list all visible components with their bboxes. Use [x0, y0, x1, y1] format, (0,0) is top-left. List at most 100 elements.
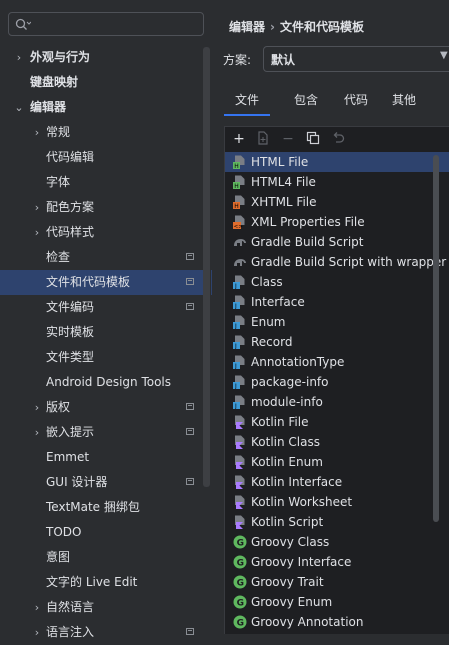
settings-content: 编辑器 › 文件和代码模板 方案: 默认 ▼ 文件 包含 代码 其他 + − H HTML … [212, 0, 449, 634]
template-item[interactable]: Kotlin Enum [225, 452, 449, 472]
chevron-down-icon[interactable]: ⌄ [13, 95, 25, 120]
copy-icon [306, 131, 320, 145]
sidebar-item[interactable]: › 语言注入 [0, 620, 212, 645]
template-item[interactable]: Kotlin Interface [225, 472, 449, 492]
sidebar-item[interactable]: › 版权 [0, 395, 212, 420]
chevron-right-icon[interactable]: › [31, 120, 43, 145]
sidebar-item[interactable]: Emmet [0, 445, 212, 470]
remove-template-button[interactable]: − [280, 131, 296, 147]
scheme-dropdown[interactable]: 默认 ▼ [263, 46, 449, 72]
template-item-name: Kotlin Worksheet [251, 495, 353, 509]
sidebar-item-label: 键盘映射 [30, 75, 79, 89]
chevron-right-icon[interactable]: › [31, 420, 43, 445]
tab-item[interactable]: 包含 [284, 86, 328, 116]
template-item[interactable]: <> XML Properties File [225, 212, 449, 232]
tab-item[interactable]: 文件 [224, 86, 270, 116]
svg-text:J: J [234, 363, 237, 369]
template-item[interactable]: H HTML File [225, 152, 449, 172]
template-item-name: Gradle Build Script with wrapper [251, 255, 447, 269]
chevron-right-icon[interactable]: › [31, 620, 43, 645]
xhtml-file-icon: H [233, 195, 247, 210]
sidebar-item[interactable]: 文字的 Live Edit [0, 570, 212, 595]
reset-template-button[interactable] [330, 131, 346, 147]
template-item[interactable]: J AnnotationType [225, 352, 449, 372]
template-item[interactable]: Kotlin Class [225, 432, 449, 452]
sidebar-item[interactable]: 代码编辑 [0, 145, 212, 170]
sidebar-item[interactable]: ⌄ 编辑器 [0, 95, 212, 120]
chevron-right-icon[interactable]: › [31, 195, 43, 220]
breadcrumb: 编辑器 › 文件和代码模板 [229, 18, 364, 35]
template-item-name: Groovy Interface [251, 555, 352, 569]
chevron-right-icon[interactable]: › [31, 395, 43, 420]
template-item[interactable]: Jmodule-info [225, 392, 449, 412]
template-item[interactable]: G Groovy Annotation [225, 612, 449, 632]
sidebar-scrollbar[interactable] [203, 47, 211, 634]
tab-item[interactable]: 代码 [334, 86, 378, 116]
sidebar-item-label: 意图 [46, 550, 71, 564]
sidebar-item[interactable]: 检查 [0, 245, 212, 270]
chevron-right-icon[interactable]: › [31, 595, 43, 620]
sidebar-item-label: 自然语言 [46, 600, 95, 614]
template-item[interactable]: Jpackage-info [225, 372, 449, 392]
sidebar-item[interactable]: 文件类型 [0, 345, 212, 370]
template-item[interactable]: H HTML4 File [225, 172, 449, 192]
template-item-name: package-info [251, 375, 329, 389]
template-item[interactable]: Kotlin File [225, 412, 449, 432]
chevron-right-icon[interactable]: › [13, 45, 25, 70]
sidebar-item[interactable]: GUI 设计器 [0, 470, 212, 495]
svg-text:G: G [237, 539, 244, 549]
template-item-name: HTML File [251, 155, 309, 169]
breadcrumb-editor[interactable]: 编辑器 [229, 20, 265, 34]
template-item[interactable]: G Groovy Enum [225, 592, 449, 612]
sidebar-item[interactable]: › 嵌入提示 [0, 420, 212, 445]
chevron-right-icon[interactable]: › [31, 220, 43, 245]
tab-item[interactable]: 其他 [382, 86, 426, 116]
template-item[interactable]: J Record [225, 332, 449, 352]
sidebar-item[interactable]: › 自然语言 [0, 595, 212, 620]
template-item[interactable]: G Groovy Class [225, 532, 449, 552]
kotlin-file-icon [233, 475, 247, 489]
copy-template-button[interactable] [305, 131, 321, 147]
template-item[interactable]: H XHTML File [225, 192, 449, 212]
template-item[interactable]: J Interface [225, 292, 449, 312]
sidebar-item[interactable]: › 常规 [0, 120, 212, 145]
sidebar-scrollbar-thumb[interactable] [203, 47, 210, 487]
settings-search-input[interactable] [8, 12, 204, 36]
template-list-scrollbar[interactable] [433, 155, 439, 522]
sidebar-item[interactable]: TextMate 捆绑包 [0, 495, 212, 520]
template-item[interactable]: Kotlin Worksheet [225, 492, 449, 512]
template-item[interactable]: Gradle Build Script with wrapper [225, 252, 449, 272]
sidebar-item-label: TODO [46, 525, 82, 539]
sidebar-item[interactable]: 字体 [0, 170, 212, 195]
sidebar-item[interactable]: 文件编码 [0, 295, 212, 320]
template-item[interactable]: Gradle Build Script [225, 232, 449, 252]
template-item-name: HTML4 File [251, 175, 316, 189]
svg-text:G: G [237, 599, 244, 609]
sidebar-item[interactable]: › 配色方案 [0, 195, 212, 220]
project-settings-icon [186, 428, 194, 435]
groovy-file-icon: G [233, 615, 247, 629]
sidebar-item[interactable]: › 代码样式 [0, 220, 212, 245]
sidebar-item[interactable]: 键盘映射 [0, 70, 212, 95]
add-child-template-button[interactable] [255, 131, 271, 147]
kotlin-file-icon [233, 435, 247, 449]
sidebar-item[interactable]: 实时模板 [0, 320, 212, 345]
template-item[interactable]: G Groovy Trait [225, 572, 449, 592]
groovy-file-icon: G [233, 535, 247, 549]
java-file-icon: J [233, 395, 247, 410]
template-item[interactable]: J Enum [225, 312, 449, 332]
scheme-value: 默认 [271, 53, 296, 67]
sidebar-item[interactable]: › 外观与行为 [0, 45, 212, 70]
template-list-panel: + − H HTML File H HTML4 File H XHTML File <> XM… [224, 126, 449, 634]
sidebar-item[interactable]: TODO [0, 520, 212, 545]
template-item[interactable]: Kotlin Script [225, 512, 449, 532]
sidebar-item[interactable]: 意图 [0, 545, 212, 570]
sidebar-item-label: TextMate 捆绑包 [46, 500, 140, 514]
sidebar-item[interactable]: Android Design Tools [0, 370, 212, 395]
java-file-icon: J [233, 315, 247, 330]
add-template-button[interactable]: + [231, 131, 247, 147]
svg-text:J: J [234, 323, 237, 329]
template-item[interactable]: J Class [225, 272, 449, 292]
template-item[interactable]: G Groovy Interface [225, 552, 449, 572]
sidebar-item[interactable]: 文件和代码模板 [0, 270, 212, 295]
